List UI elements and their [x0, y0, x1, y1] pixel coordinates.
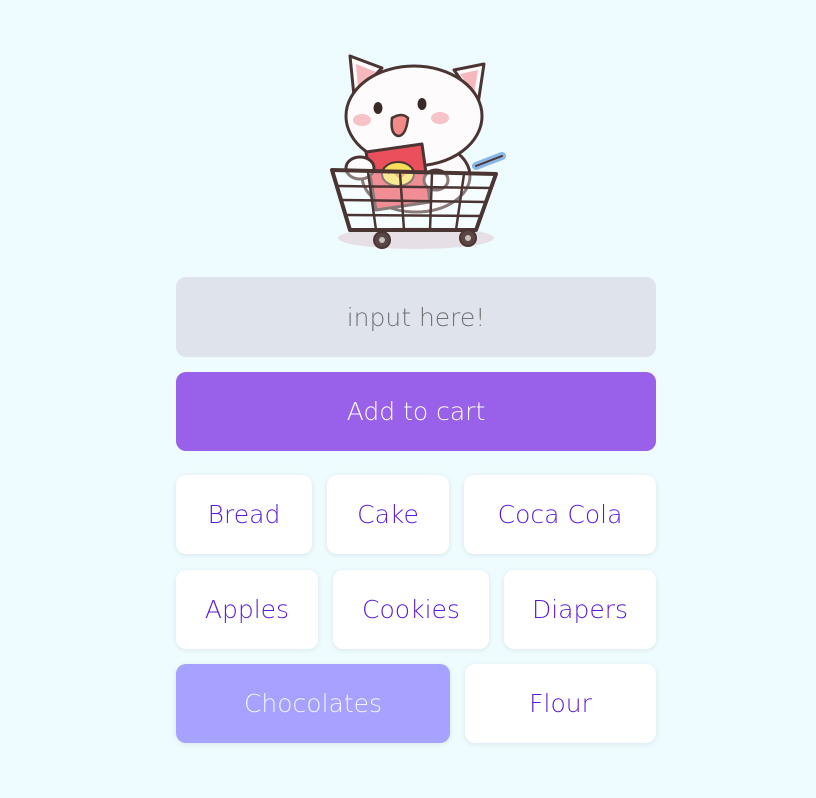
item-coca-cola[interactable]: Coca Cola — [464, 475, 656, 554]
cat-in-shopping-cart-icon — [330, 54, 506, 249]
item-diapers[interactable]: Diapers — [504, 570, 656, 649]
item-apples[interactable]: Apples — [176, 570, 318, 649]
item-bread[interactable]: Bread — [176, 475, 312, 554]
item-cake[interactable]: Cake — [327, 475, 449, 554]
shopping-app: Add to cart Bread Cake Coca Cola Apples … — [0, 0, 816, 798]
item-row: Bread Cake Coca Cola — [176, 475, 656, 554]
item-cookies[interactable]: Cookies — [333, 570, 489, 649]
item-row: Chocolates Flour — [176, 664, 656, 743]
item-flour[interactable]: Flour — [465, 664, 656, 743]
item-chocolates[interactable]: Chocolates — [176, 664, 450, 743]
item-input[interactable] — [176, 277, 656, 357]
add-to-cart-button[interactable]: Add to cart — [176, 372, 656, 451]
item-row: Apples Cookies Diapers — [176, 570, 656, 649]
